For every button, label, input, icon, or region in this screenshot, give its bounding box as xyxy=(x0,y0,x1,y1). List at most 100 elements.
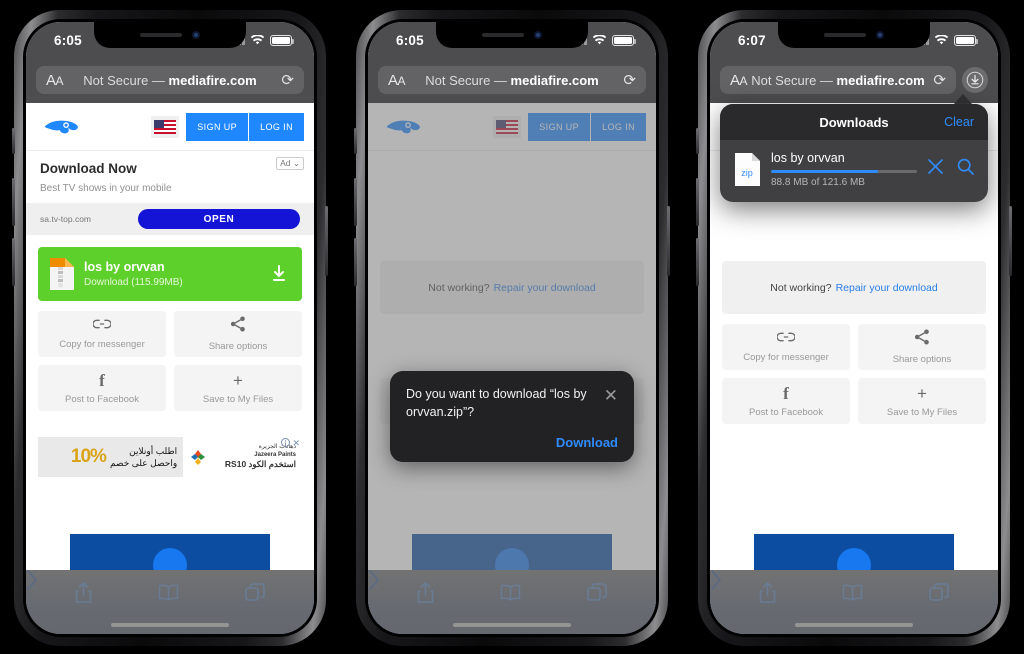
page-bottom-blue-circle xyxy=(837,548,871,570)
phone-1: 6:05 AA Not Secure — mediafire.com ⟳ SIG… xyxy=(12,10,328,646)
us-flag-icon[interactable] xyxy=(151,115,180,138)
volume-up-button[interactable] xyxy=(696,178,699,226)
address-bar[interactable]: AA Not Secure — mediafire.com ⟳ xyxy=(720,66,956,94)
reload-icon[interactable]: ⟳ xyxy=(281,73,294,88)
download-progress-bar xyxy=(771,170,917,173)
volume-up-button[interactable] xyxy=(12,178,15,226)
banner-ad-arabic: اطلب أونلاين واحصل على خصم xyxy=(109,445,178,468)
battery-icon xyxy=(954,35,978,46)
tile-post-to-facebook[interactable]: f Post to Facebook xyxy=(722,378,850,424)
downloads-popover-header: Downloads Clear xyxy=(720,104,988,140)
page-bottom-blue-block xyxy=(754,534,954,570)
tile-save-to-my-files[interactable]: + Save to My Files xyxy=(174,365,302,411)
reload-icon[interactable]: ⟳ xyxy=(933,73,946,88)
phone-3-screen: 6:07 AA Not Secure — mediafire.com ⟳ Not… xyxy=(710,22,998,634)
battery-icon xyxy=(270,35,294,46)
tile-post-to-facebook[interactable]: f Post to Facebook xyxy=(38,365,166,411)
zip-file-icon: zip xyxy=(735,152,760,186)
mute-switch[interactable] xyxy=(12,128,15,154)
tile-label: Share options xyxy=(208,341,268,352)
download-circle-icon[interactable] xyxy=(962,67,988,93)
tile-label: Save to My Files xyxy=(886,406,958,418)
downloads-popover: Downloads Clear zip los by orvvan 88.8 M xyxy=(720,104,988,202)
chevron-right-icon[interactable] xyxy=(368,570,656,634)
chevron-right-icon[interactable] xyxy=(710,570,998,634)
header-actions: SIGN UP LOG IN xyxy=(151,112,304,141)
banner-ad[interactable]: 10% اطلب أونلاين واحصل على خصم ✕ i دهانا… xyxy=(38,437,302,477)
status-bar: 6:05 xyxy=(368,22,656,66)
close-icon[interactable]: ✕ xyxy=(604,387,618,404)
page-bottom-blue-block xyxy=(70,534,270,570)
volume-up-button[interactable] xyxy=(354,178,357,226)
ad-subtitle: Best TV shows in your mobile xyxy=(40,183,172,194)
address-bar[interactable]: AA Not Secure — mediafire.com ⟳ xyxy=(36,66,304,94)
power-button[interactable] xyxy=(1009,206,1012,276)
modal-dim-overlay[interactable] xyxy=(368,103,656,570)
tile-share-options[interactable]: Share options xyxy=(858,324,986,370)
close-icon[interactable]: ✕ xyxy=(292,438,300,449)
action-tiles: Copy for messenger Share options f Post … xyxy=(26,301,314,411)
jazeera-paints-logo-icon xyxy=(191,450,206,465)
ad-badge[interactable]: Ad ⌄ xyxy=(276,157,304,170)
tile-label: Post to Facebook xyxy=(65,393,139,405)
volume-down-button[interactable] xyxy=(696,238,699,286)
tile-label: Copy for messenger xyxy=(59,339,145,350)
phone-1-bezel: 6:05 AA Not Secure — mediafire.com ⟳ SIG… xyxy=(23,19,317,637)
volume-down-button[interactable] xyxy=(354,238,357,286)
download-item-actions xyxy=(927,158,974,180)
banner-ad-right: ✕ i دهانات الجزيرة Jazeera Paints استخدم … xyxy=(183,437,302,477)
reload-icon[interactable]: ⟳ xyxy=(623,73,636,88)
power-button[interactable] xyxy=(325,206,328,276)
mute-switch[interactable] xyxy=(696,128,699,154)
search-icon[interactable] xyxy=(957,158,974,180)
text-size-button[interactable]: AA xyxy=(730,72,748,89)
download-confirm-row: Do you want to download “los by orvvan.z… xyxy=(406,385,618,421)
earpiece-speaker xyxy=(824,33,866,37)
url-bar-container: AA Not Secure — mediafire.com ⟳ xyxy=(368,66,656,103)
ad-open-button[interactable]: OPEN xyxy=(138,209,300,229)
green-download-button[interactable]: los by orvvan Download (115.99MB) xyxy=(38,247,302,301)
download-confirm-button[interactable]: Download xyxy=(406,435,618,450)
tile-label: Copy for messenger xyxy=(743,352,829,363)
download-item-info: los by orvvan 88.8 MB of 121.6 MB xyxy=(771,151,917,188)
phone-3-bezel: 6:07 AA Not Secure — mediafire.com ⟳ Not… xyxy=(707,19,1001,637)
mediafire-logo-icon[interactable] xyxy=(42,116,80,138)
clear-downloads-button[interactable]: Clear xyxy=(944,115,974,129)
volume-down-button[interactable] xyxy=(12,238,15,286)
download-progress-text: 88.8 MB of 121.6 MB xyxy=(771,176,865,188)
login-button[interactable]: LOG IN xyxy=(248,112,304,141)
banner-ad-percent: 10% xyxy=(70,446,107,467)
tile-share-options[interactable]: Share options xyxy=(174,311,302,357)
safari-toolbar xyxy=(710,570,998,634)
phone-3: 6:07 AA Not Secure — mediafire.com ⟳ Not… xyxy=(696,10,1012,646)
close-icon[interactable] xyxy=(927,158,944,180)
tile-save-to-my-files[interactable]: + Save to My Files xyxy=(858,378,986,424)
notch xyxy=(94,22,246,48)
info-icon[interactable]: i xyxy=(281,438,290,447)
share-icon xyxy=(230,316,246,336)
tile-copy-for-messenger[interactable]: Copy for messenger xyxy=(38,311,166,357)
front-camera xyxy=(534,31,542,39)
power-button[interactable] xyxy=(667,206,670,276)
tile-label: Post to Facebook xyxy=(749,406,823,418)
signup-button[interactable]: SIGN UP xyxy=(186,112,249,141)
text-size-button[interactable]: AA xyxy=(46,72,64,89)
tile-copy-for-messenger[interactable]: Copy for messenger xyxy=(722,324,850,370)
download-item-row[interactable]: zip los by orvvan 88.8 MB of 121.6 MB xyxy=(720,140,988,202)
download-arrow-icon xyxy=(273,265,285,281)
earpiece-speaker xyxy=(482,33,524,37)
ad-title: Download Now xyxy=(40,161,137,176)
earpiece-speaker xyxy=(140,33,182,37)
page-bottom-blue-circle xyxy=(153,548,187,570)
text-size-button[interactable]: AA xyxy=(388,72,406,89)
plus-icon: + xyxy=(917,383,927,403)
chevron-right-icon[interactable] xyxy=(26,570,314,634)
web-content: SIGN UP LOG IN Ad ⌄ Download Now Best TV… xyxy=(26,103,314,570)
safari-toolbar xyxy=(368,570,656,634)
ad-unit[interactable]: Ad ⌄ Download Now Best TV shows in your … xyxy=(26,151,314,235)
repair-download-link[interactable]: Repair your download xyxy=(836,282,938,294)
mute-switch[interactable] xyxy=(354,128,357,154)
downloads-title: Downloads xyxy=(819,114,889,130)
phone-1-screen: 6:05 AA Not Secure — mediafire.com ⟳ SIG… xyxy=(26,22,314,634)
address-bar[interactable]: AA Not Secure — mediafire.com ⟳ xyxy=(378,66,646,94)
